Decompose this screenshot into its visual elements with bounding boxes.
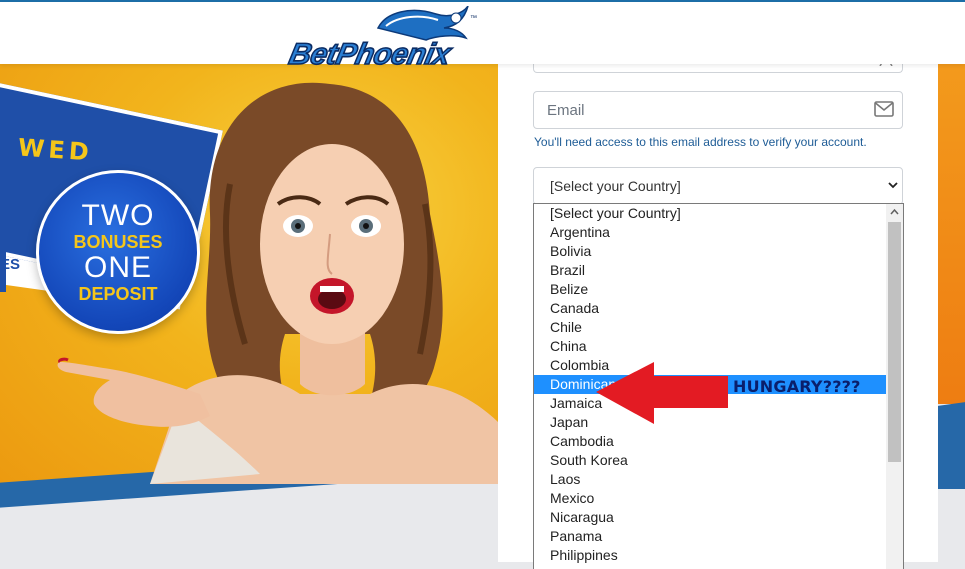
- red-arrow-annotation: [596, 362, 728, 424]
- scroll-up-arrow-icon[interactable]: [890, 208, 899, 216]
- right-decoration: [938, 64, 965, 562]
- country-option[interactable]: Cambodia: [534, 432, 886, 451]
- dropdown-scrollbar[interactable]: [886, 204, 903, 569]
- betphoenix-logo[interactable]: BetPhoenix ™: [286, 6, 486, 72]
- bonus-badge: TWO BONUSES ONE DEPOSIT: [36, 170, 200, 334]
- country-option[interactable]: Nicaragua: [534, 508, 886, 527]
- country-option[interactable]: [Select your Country]: [534, 204, 886, 223]
- scroll-thumb[interactable]: [888, 222, 901, 462]
- right-blue-band: [938, 402, 965, 496]
- svg-text:™: ™: [470, 15, 477, 22]
- country-select-value: [Select your Country]: [550, 178, 681, 194]
- country-option[interactable]: Panama: [534, 527, 886, 546]
- badge-line-two: TWO: [81, 199, 155, 232]
- country-option[interactable]: Belize: [534, 280, 886, 299]
- country-option[interactable]: Bolivia: [534, 242, 886, 261]
- badge-line-deposit: DEPOSIT: [78, 284, 158, 304]
- country-option[interactable]: Brazil: [534, 261, 886, 280]
- banner-fragment: ES: [0, 256, 21, 273]
- annotation-text: HUNGARY????: [733, 377, 861, 396]
- country-option[interactable]: Canada: [534, 299, 886, 318]
- country-select[interactable]: [Select your Country]: [533, 167, 903, 205]
- country-option[interactable]: Mexico: [534, 489, 886, 508]
- country-option[interactable]: Chile: [534, 318, 886, 337]
- country-option[interactable]: Philippines: [534, 546, 886, 565]
- logo-wordmark: BetPhoenix: [286, 38, 455, 71]
- badge-line-one: ONE: [83, 251, 152, 284]
- country-option[interactable]: China: [534, 337, 886, 356]
- email-placeholder: Email: [547, 102, 585, 119]
- country-option[interactable]: Laos: [534, 470, 886, 489]
- right-orange-band: [938, 64, 965, 404]
- phoenix-icon: [376, 6, 469, 41]
- badge-line-bonuses: BONUSES: [73, 232, 163, 252]
- country-option[interactable]: South Korea: [534, 451, 886, 470]
- email-field[interactable]: Email: [533, 91, 903, 129]
- site-header: BetPhoenix ™: [0, 2, 965, 72]
- promo-banner[interactable]: WED ES TWO BONUSES ONE DEPOSIT: [0, 64, 498, 562]
- chevron-down-icon: [888, 182, 898, 189]
- country-option[interactable]: Argentina: [534, 223, 886, 242]
- right-grey-band: [938, 489, 965, 562]
- mail-icon: [874, 101, 894, 117]
- email-help-text: You'll need access to this email address…: [534, 135, 867, 149]
